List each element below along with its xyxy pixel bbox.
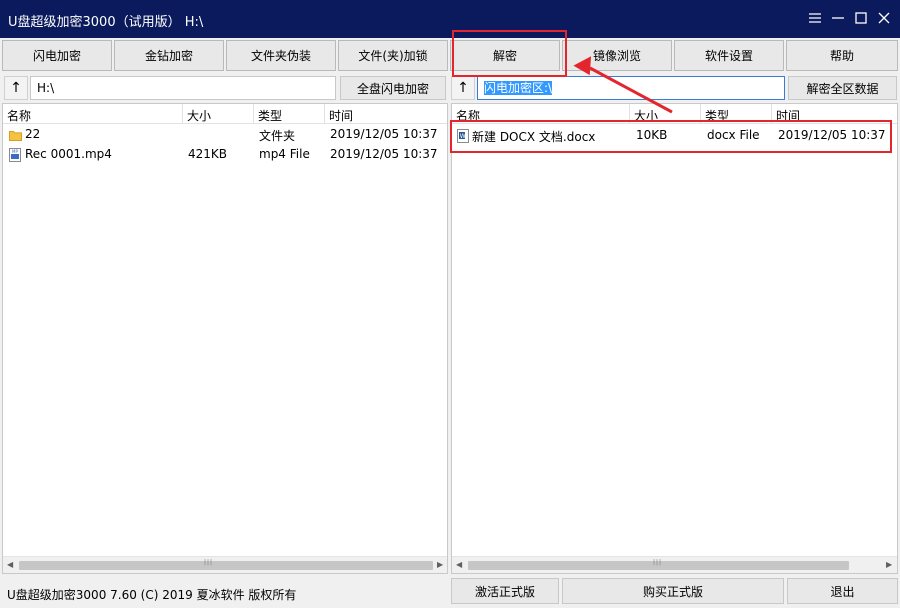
left-up-icon[interactable]: ↑	[4, 76, 28, 100]
diamond-encrypt-button[interactable]: 金钻加密	[114, 40, 224, 71]
window-title: U盘超级加密3000（试用版） H:\	[8, 15, 204, 30]
menu-icon[interactable]	[806, 9, 824, 27]
flash-encrypt-button[interactable]: 闪电加密	[2, 40, 112, 71]
item-time: 2019/12/05 10:37	[330, 127, 438, 141]
mirror-browse-button[interactable]: 镜像浏览	[562, 40, 672, 71]
col-time[interactable]: 时间	[325, 104, 447, 124]
decrypt-button[interactable]: 解密	[450, 40, 560, 71]
title-bar: U盘超级加密3000（试用版） H:\	[0, 0, 900, 38]
scroll-left-icon[interactable]: ◀	[456, 560, 466, 570]
col-size[interactable]: 大小	[630, 104, 701, 124]
item-type: 文件夹	[259, 129, 296, 143]
item-size: 421KB	[188, 147, 228, 161]
left-list-header: 名称 大小 类型 时间	[3, 104, 447, 124]
scroll-left-icon[interactable]: ◀	[7, 560, 17, 570]
video-file-icon: MP	[9, 148, 22, 162]
left-file-list[interactable]: 名称 大小 类型 时间 22 文件夹 2019/12/05 10:37 MP R…	[2, 103, 448, 574]
list-item[interactable]: MP Rec 0001.mp4 421KB mp4 File 2019/12/0…	[3, 145, 447, 165]
close-icon[interactable]	[875, 9, 893, 27]
folder-disguise-button[interactable]: 文件夹伪装	[226, 40, 336, 71]
item-name: 22	[25, 127, 41, 141]
decrypt-all-button[interactable]: 解密全区数据	[788, 76, 897, 100]
list-item[interactable]: 22 文件夹 2019/12/05 10:37	[3, 125, 447, 145]
right-path-input[interactable]: 闪电加密区:\	[477, 76, 785, 100]
minimize-icon[interactable]	[829, 9, 847, 27]
item-time: 2019/12/05 10:37	[778, 128, 886, 142]
item-name: Rec 0001.mp4	[25, 147, 112, 161]
right-horizontal-scrollbar[interactable]: ◀ ||| ▶	[452, 556, 897, 573]
word-doc-icon: W	[457, 129, 470, 143]
svg-text:MP: MP	[12, 149, 18, 154]
item-name: 新建 DOCX 文档.docx	[472, 130, 596, 144]
col-size[interactable]: 大小	[183, 104, 254, 124]
svg-text:W: W	[460, 133, 466, 140]
scroll-right-icon[interactable]: ▶	[886, 560, 896, 570]
item-type: docx File	[707, 128, 760, 142]
exit-button[interactable]: 退出	[787, 578, 898, 604]
maximize-icon[interactable]	[852, 9, 870, 27]
buy-button[interactable]: 购买正式版	[562, 578, 784, 604]
file-lock-button[interactable]: 文件(夹)加锁	[338, 40, 448, 71]
item-time: 2019/12/05 10:37	[330, 147, 438, 161]
folder-icon	[9, 128, 22, 142]
item-type: mp4 File	[259, 147, 310, 161]
activate-button[interactable]: 激活正式版	[451, 578, 559, 604]
full-disk-flash-encrypt-button[interactable]: 全盘闪电加密	[340, 76, 446, 100]
right-path-text: 闪电加密区:\	[484, 81, 553, 95]
scrollbar-grip: |||	[204, 559, 214, 566]
help-button[interactable]: 帮助	[786, 40, 898, 71]
left-path-text: H:\	[37, 81, 55, 95]
col-name[interactable]: 名称	[3, 104, 183, 124]
col-type[interactable]: 类型	[701, 104, 772, 124]
col-time[interactable]: 时间	[772, 104, 897, 124]
copyright-text: U盘超级加密3000 7.60 (C) 2019 夏冰软件 版权所有	[7, 588, 297, 602]
left-horizontal-scrollbar[interactable]: ◀ ||| ▶	[3, 556, 447, 573]
right-up-icon[interactable]: ↑	[451, 76, 475, 100]
right-list-header: 名称 大小 类型 时间	[452, 104, 897, 124]
scrollbar-grip: |||	[653, 559, 663, 566]
settings-button[interactable]: 软件设置	[674, 40, 784, 71]
item-size: 10KB	[636, 128, 668, 142]
right-file-list[interactable]: 名称 大小 类型 时间 W 新建 DOCX 文档.docx 10KB docx …	[451, 103, 898, 574]
col-name[interactable]: 名称	[452, 104, 630, 124]
list-item[interactable]: W 新建 DOCX 文档.docx 10KB docx File 2019/12…	[452, 126, 897, 146]
scrollbar-thumb[interactable]	[19, 561, 433, 570]
scroll-right-icon[interactable]: ▶	[437, 560, 447, 570]
left-path-input[interactable]: H:\	[30, 76, 336, 100]
col-type[interactable]: 类型	[254, 104, 325, 124]
